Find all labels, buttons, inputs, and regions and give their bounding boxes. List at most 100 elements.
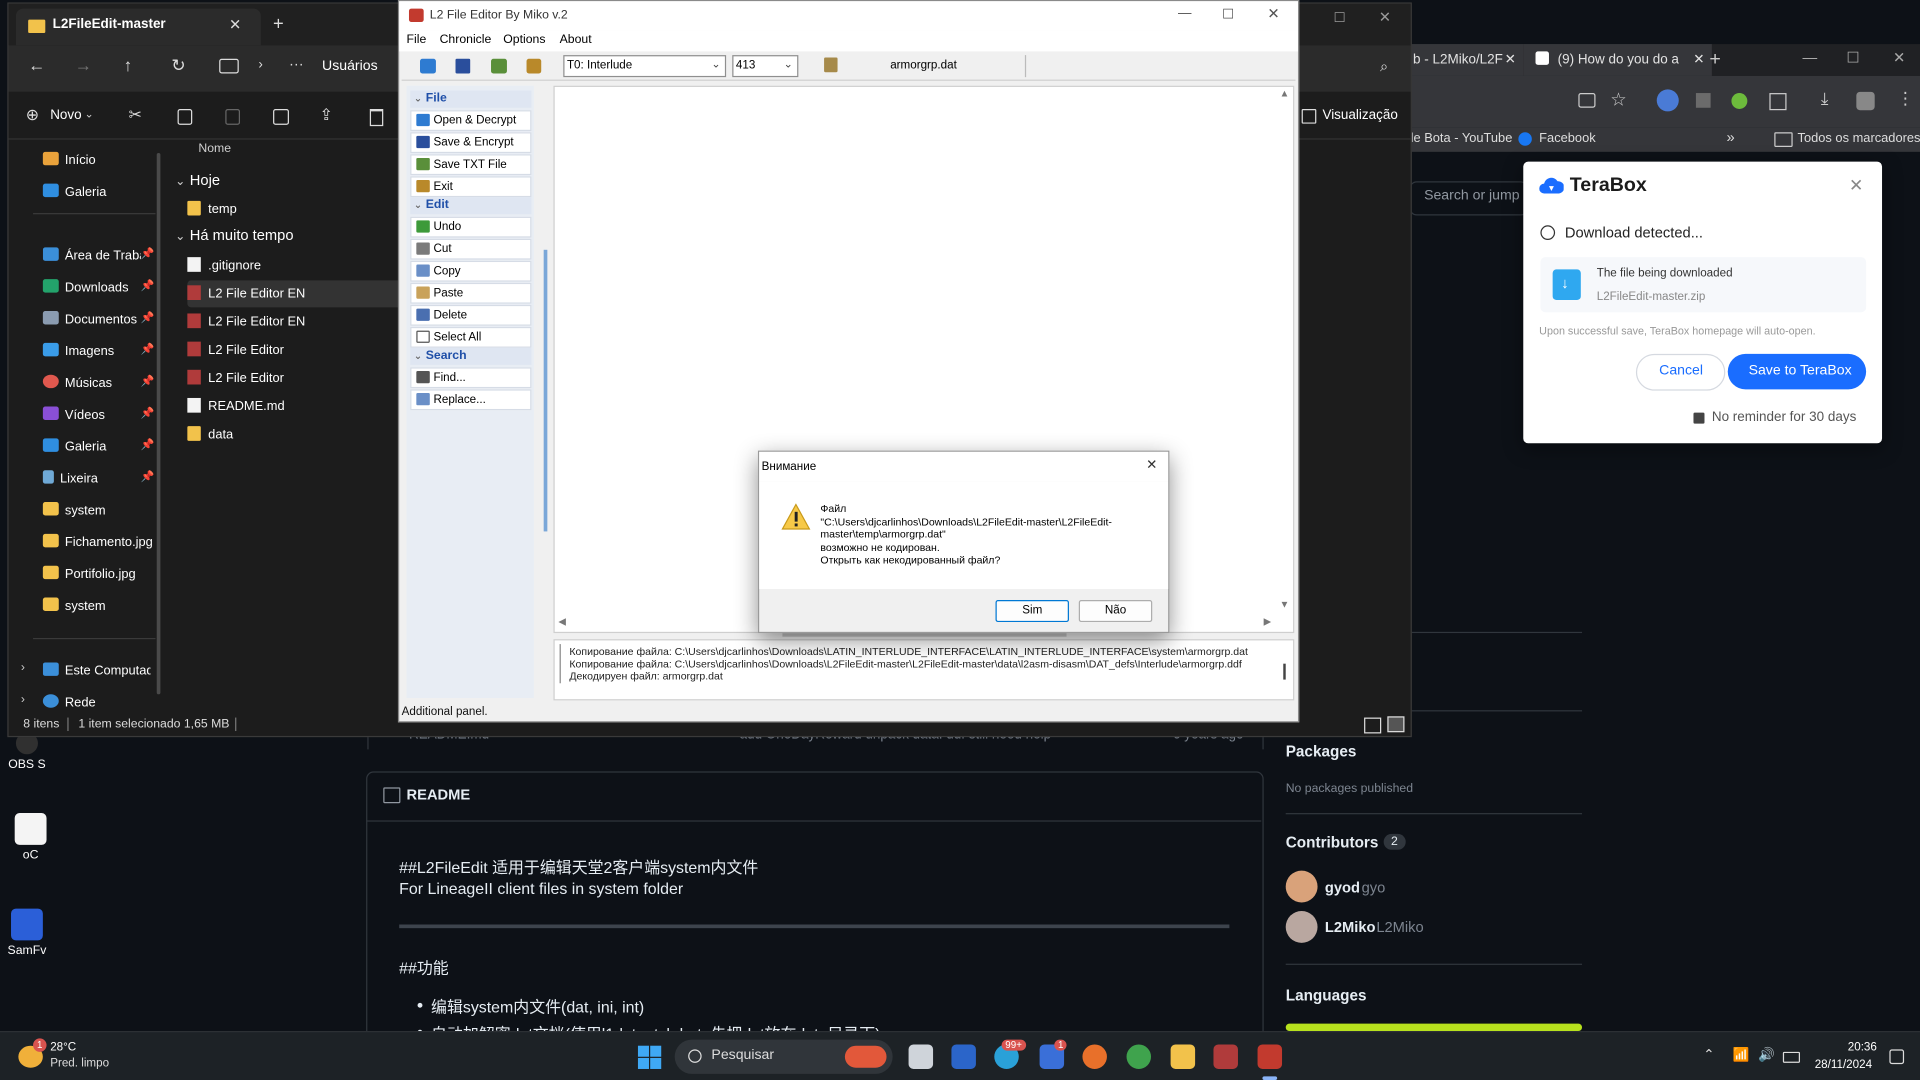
sidebar-item-galeria[interactable]: Galeria <box>42 179 106 206</box>
close-icon[interactable]: ✕ <box>1693 44 1704 76</box>
view-icon[interactable] <box>1301 108 1317 124</box>
start-button[interactable] <box>637 1045 662 1069</box>
close-icon[interactable]: ✕ <box>1849 175 1863 196</box>
up-icon[interactable]: ↑ <box>124 55 133 75</box>
more-icon[interactable]: ··· <box>289 55 304 72</box>
log-scrollbar[interactable] <box>1283 663 1286 680</box>
close-icon[interactable]: ✕ <box>1146 457 1157 473</box>
save-txt-button[interactable]: Save TXT File <box>410 154 532 176</box>
wifi-icon[interactable]: 📶 <box>1733 1047 1750 1063</box>
maximize-icon[interactable]: ☐ <box>1222 6 1234 22</box>
open-decrypt-button[interactable]: Open & Decrypt <box>410 110 532 132</box>
sidebar-item-inicio[interactable]: Início <box>42 147 96 174</box>
chrome-tab-2[interactable]: (9) How do you do a ✕ <box>1523 44 1712 76</box>
battery-icon[interactable] <box>1782 1051 1801 1063</box>
sidebar-item-documentos[interactable]: Documentos <box>42 306 137 333</box>
puzzle-icon[interactable] <box>1769 93 1787 111</box>
sidebar-item-fichamento[interactable]: Fichamento.jpg <box>42 529 153 556</box>
clock-date[interactable]: 28/11/2024 <box>1815 1058 1872 1071</box>
menu-file[interactable]: File <box>407 33 427 46</box>
save-encrypt-button[interactable]: Save & Encrypt <box>410 132 532 154</box>
scroll-right-icon[interactable]: ▶ <box>1264 616 1272 627</box>
breadcrumb-usuarios[interactable]: Usuários <box>322 59 378 74</box>
chevron-down-icon[interactable]: ⌄ <box>175 230 185 243</box>
select-all-button[interactable]: Select All <box>410 326 532 348</box>
save-txt-icon[interactable] <box>491 58 507 74</box>
new-button[interactable]: Novo <box>50 108 81 123</box>
group-header-old[interactable]: Há muito tempo <box>190 227 294 244</box>
undo-button[interactable]: Undo <box>410 216 532 238</box>
find-button[interactable]: Find... <box>410 367 532 389</box>
tiles-view-icon[interactable] <box>1387 716 1405 733</box>
bookmark-facebook[interactable]: Facebook <box>1539 131 1595 146</box>
group-file-header[interactable]: ⌄ File <box>410 90 532 108</box>
volume-icon[interactable]: 🔊 <box>1758 1047 1775 1063</box>
file-explorer-icon[interactable] <box>1170 1044 1196 1069</box>
file-row-l2-editor-en[interactable]: L2 File Editor EN <box>187 309 403 336</box>
group-search-header[interactable]: ⌄ Search <box>410 347 532 365</box>
computer-icon[interactable] <box>219 58 239 74</box>
paste-icon[interactable] <box>225 108 241 125</box>
extension-icon[interactable] <box>1731 93 1748 109</box>
sidebar-item-musicas[interactable]: Músicas <box>42 370 112 397</box>
avatar[interactable] <box>1285 870 1318 903</box>
chrome-tab-1[interactable]: b - L2Miko/L2F ✕ <box>1408 44 1524 76</box>
no-button[interactable]: Não <box>1078 600 1153 623</box>
maximize-icon[interactable]: ☐ <box>1333 10 1345 26</box>
chevron-right-icon[interactable]: › <box>21 661 25 674</box>
new-tab-icon[interactable]: + <box>1709 49 1720 71</box>
file-row-gitignore[interactable]: .gitignore <box>187 252 403 279</box>
all-bookmarks[interactable]: Todos os marcadores <box>1798 131 1920 146</box>
file-row-l2-editor-2[interactable]: L2 File Editor <box>187 365 403 392</box>
group-header-today[interactable]: Hoje <box>190 171 220 188</box>
sidebar-item-galeria-2[interactable]: Galeria <box>42 433 106 460</box>
scroll-down-icon[interactable]: ▼ <box>1280 599 1290 610</box>
refresh-icon[interactable]: ↻ <box>171 55 185 76</box>
desktop-icon-obs[interactable]: OBS S <box>0 732 54 771</box>
file-row-l2-editor-en-selected[interactable]: L2 File Editor EN <box>187 280 403 308</box>
desktop-icon-samfw[interactable]: SamFv <box>0 908 54 958</box>
desktop-icon-oc[interactable]: oC <box>4 813 58 862</box>
avatar[interactable] <box>1285 911 1318 943</box>
cut-button[interactable]: Cut <box>410 238 532 260</box>
close-icon[interactable]: ✕ <box>229 16 241 33</box>
sidebar-item-lixeira[interactable]: Lixeira <box>42 465 98 492</box>
chevron-up-icon[interactable]: ⌃ <box>1703 1047 1714 1063</box>
copy-icon[interactable] <box>177 108 193 125</box>
new-icon[interactable]: ⊕ <box>26 105 39 125</box>
maximize-icon[interactable]: ☐ <box>1847 49 1860 66</box>
sidebar-item-system[interactable]: system <box>42 497 106 524</box>
menu-chronicle[interactable]: Chronicle <box>440 33 492 46</box>
open-icon[interactable] <box>420 58 436 74</box>
search-icon[interactable]: ⌕ <box>1380 58 1388 76</box>
extension-icon[interactable] <box>1695 93 1711 108</box>
l2-editor-icon[interactable] <box>1257 1044 1283 1069</box>
exit-icon[interactable] <box>526 58 542 74</box>
copy-button[interactable]: Copy <box>410 260 532 282</box>
winrar-icon[interactable] <box>1213 1044 1238 1069</box>
splitter-horizontal[interactable] <box>782 633 1067 637</box>
sidebar-item-imagens[interactable]: Imagens <box>42 338 114 365</box>
file-row-temp[interactable]: temp <box>187 196 403 223</box>
replace-button[interactable]: Replace... <box>410 389 532 411</box>
menu-options[interactable]: Options <box>503 33 545 46</box>
chevron-down-icon[interactable]: ⌄ <box>711 58 720 71</box>
chevron-down-icon[interactable]: ⌄ <box>84 108 93 121</box>
clock-time[interactable]: 20:36 <box>1848 1041 1877 1054</box>
file-row-data[interactable]: data <box>187 421 403 448</box>
scroll-left-icon[interactable]: ◀ <box>558 616 566 627</box>
chrome-icon[interactable] <box>1126 1044 1152 1069</box>
cut-icon[interactable]: ✂ <box>129 105 142 125</box>
splitter[interactable] <box>543 249 548 532</box>
sidebar-item-rede[interactable]: Rede <box>42 689 96 716</box>
sidebar-item-downloads[interactable]: Downloads <box>42 274 129 301</box>
paste-button[interactable]: Paste <box>410 282 532 304</box>
close-icon[interactable]: ✕ <box>1379 9 1391 26</box>
close-icon[interactable]: ✕ <box>1505 44 1516 76</box>
sidebar-item-este-computador[interactable]: Este Computador <box>42 658 151 685</box>
task-view-icon[interactable] <box>908 1044 934 1069</box>
column-header-name[interactable]: Nome <box>198 142 231 155</box>
group-edit-header[interactable]: ⌄ Edit <box>410 197 532 215</box>
sidebar-item-videos[interactable]: Vídeos <box>42 402 105 429</box>
download-icon[interactable]: ⤓ <box>1821 88 1829 109</box>
